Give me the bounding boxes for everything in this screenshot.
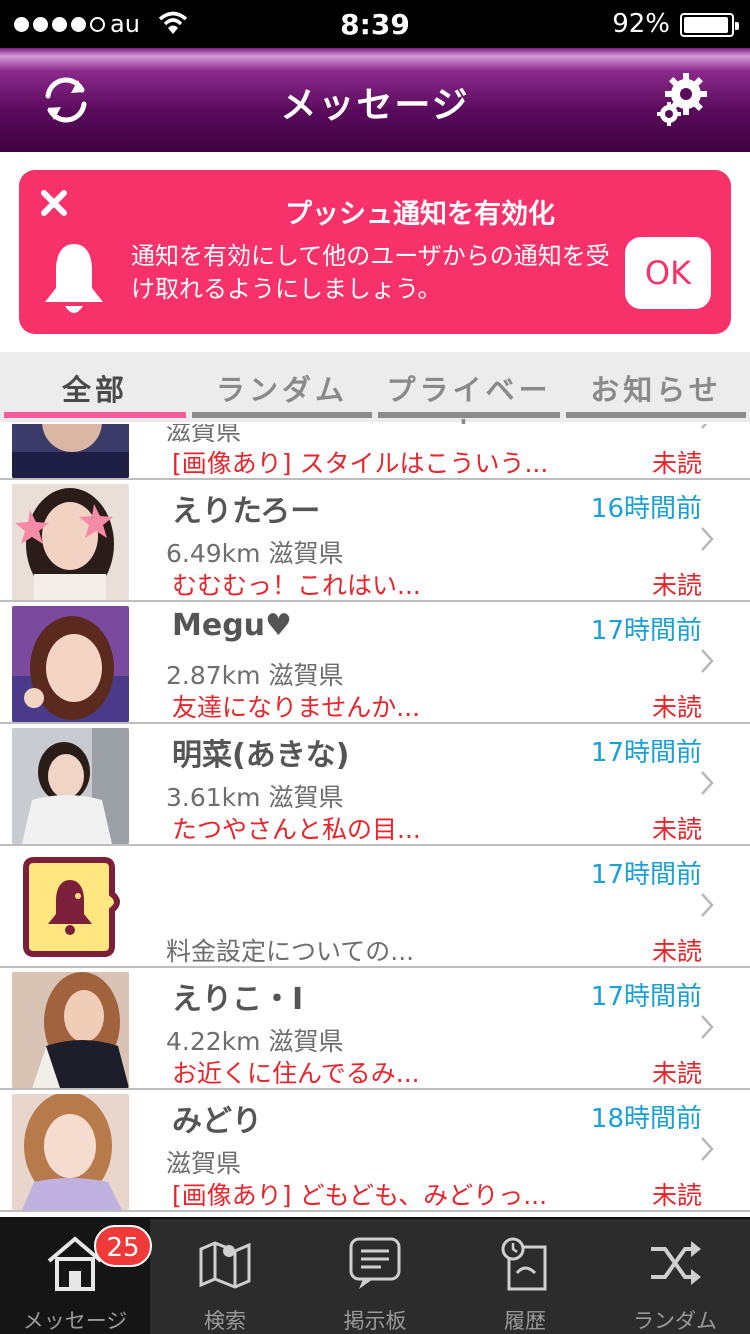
bottom-tab-label: ランダム	[633, 1309, 717, 1333]
bottom-tab-random[interactable]: ランダム	[600, 1219, 750, 1334]
tab-label: お知らせ	[590, 373, 722, 407]
tab-private[interactable]: プライベート	[374, 352, 564, 449]
list-item[interactable]: みどり 18時間前 滋賀県 [画像あり] どもども、みどりっ... 未読	[0, 1090, 750, 1212]
battery-icon	[680, 13, 739, 37]
tab-label: ランダム	[215, 373, 348, 407]
status-bar: au 8:39 92%	[0, 0, 750, 48]
unread-label: 未読	[651, 937, 702, 966]
user-name: みどり	[172, 1104, 262, 1139]
battery-percent: 92%	[612, 9, 670, 39]
unread-badge: 25	[94, 1225, 152, 1267]
bell-icon	[45, 244, 103, 313]
map-icon	[199, 1241, 251, 1289]
unread-label: 未読	[651, 815, 702, 844]
chevron-right-icon	[701, 893, 714, 917]
user-name: Megu♥	[172, 608, 292, 643]
user-name: えりたろー	[172, 494, 321, 529]
timestamp: 18時間前	[590, 1104, 702, 1134]
push-body: 通知を有効にして他のユーザからの通知を受け取れるようにしましょう。	[131, 242, 610, 303]
unread-label: 未読	[651, 1059, 702, 1088]
location: 2.87km 滋賀県	[166, 661, 344, 690]
message-preview: むむむっ！これはい...	[172, 571, 421, 600]
tab-all[interactable]: 全部	[0, 352, 190, 422]
list-item[interactable]: 明菜(あきな) 17時間前 3.61km 滋賀県 たつやさんと私の目... 未読	[0, 724, 750, 846]
message-list: 滋賀県 [画像あり] スタイルはこういう... 未読 えりたろー 16時間前 6…	[0, 424, 750, 1216]
chevron-right-icon	[701, 649, 714, 673]
unread-label: 未読	[651, 1181, 702, 1210]
location: 4.22km 滋賀県	[166, 1027, 344, 1056]
tab-random[interactable]: ランダム	[188, 352, 376, 422]
message-preview: 友達になりませんか...	[172, 693, 421, 722]
bottom-tab-bar: 25 メッセージ 検索 掲示板 履歴 ランダム	[0, 1217, 750, 1334]
user-name: 明菜(あきな)	[172, 738, 350, 773]
shuffle-icon	[651, 1241, 701, 1285]
message-preview: お近くに住んでるみ...	[172, 1059, 420, 1088]
message-preview: たつやさんと私の目...	[172, 815, 421, 844]
chevron-right-icon	[701, 1137, 714, 1161]
message-preview: [画像あり] スタイルはこういう...	[172, 449, 549, 478]
chevron-right-icon	[701, 771, 714, 795]
list-item[interactable]: 滋賀県 [画像あり] スタイルはこういう... 未読	[0, 424, 750, 480]
unread-label: 未読	[651, 693, 702, 722]
bottom-tab-label: 検索	[204, 1309, 246, 1333]
close-icon[interactable]	[39, 188, 69, 218]
timestamp: 17時間前	[590, 860, 702, 890]
push-notification-banner: プッシュ通知を有効化 通知を有効にして他のユーザからの通知を受け取れるようにしま…	[19, 170, 731, 334]
avatar	[12, 972, 129, 1088]
page-title: メッセージ	[280, 85, 470, 126]
message-preview: 料金設定についての...	[166, 937, 415, 966]
bottom-tab-messages[interactable]: 25 メッセージ	[0, 1219, 152, 1334]
bottom-tab-board[interactable]: 掲示板	[300, 1219, 450, 1334]
bottom-tab-search[interactable]: 検索	[150, 1219, 300, 1334]
location: 3.61km 滋賀県	[166, 783, 344, 812]
filter-tabs: 全部 ランダム プライベート お知らせ	[0, 352, 750, 449]
avatar	[12, 606, 129, 722]
avatar	[12, 728, 129, 844]
chevron-right-icon	[701, 424, 708, 429]
avatar	[12, 1094, 129, 1210]
avatar	[12, 484, 129, 600]
timestamp: 17時間前	[590, 738, 702, 768]
timestamp: 17時間前	[590, 616, 702, 646]
bottom-tab-label: 履歴	[504, 1309, 546, 1333]
message-preview: [画像あり] どもども、みどりっ...	[172, 1181, 548, 1210]
bottom-tab-label: メッセージ	[22, 1309, 128, 1333]
history-icon	[501, 1237, 547, 1291]
list-item[interactable]: えりたろー 16時間前 6.49km 滋賀県 むむむっ！これはい... 未読	[0, 480, 750, 602]
gear-icon[interactable]	[654, 70, 712, 128]
avatar	[12, 424, 129, 478]
list-item[interactable]: 17時間前 料金設定についての... 未読	[0, 846, 750, 968]
chevron-right-icon	[701, 527, 714, 551]
unread-label: 未読	[651, 449, 702, 478]
list-item[interactable]: Megu♥ 17時間前 2.87km 滋賀県 友達になりませんか... 未読	[0, 602, 750, 724]
chevron-right-icon	[701, 1015, 714, 1039]
bottom-tab-history[interactable]: 履歴	[450, 1219, 600, 1334]
ok-button[interactable]: OK	[625, 237, 711, 309]
tab-label: 全部	[61, 373, 128, 407]
notice-avatar	[12, 850, 129, 966]
navigation-bar: メッセージ	[0, 48, 750, 152]
list-item[interactable]: えりこ・I 17時間前 4.22km 滋賀県 お近くに住んでるみ... 未読	[0, 968, 750, 1090]
location: 6.49km 滋賀県	[166, 539, 344, 568]
user-name: えりこ・I	[172, 982, 304, 1017]
timestamp: 17時間前	[590, 982, 702, 1012]
board-icon	[349, 1237, 401, 1289]
push-title: プッシュ通知を有効化	[285, 199, 555, 230]
unread-label: 未読	[651, 571, 702, 600]
timestamp: 16時間前	[590, 494, 702, 524]
location: 滋賀県	[166, 1149, 242, 1178]
tab-news[interactable]: お知らせ	[562, 352, 750, 422]
bottom-tab-label: 掲示板	[343, 1309, 407, 1333]
